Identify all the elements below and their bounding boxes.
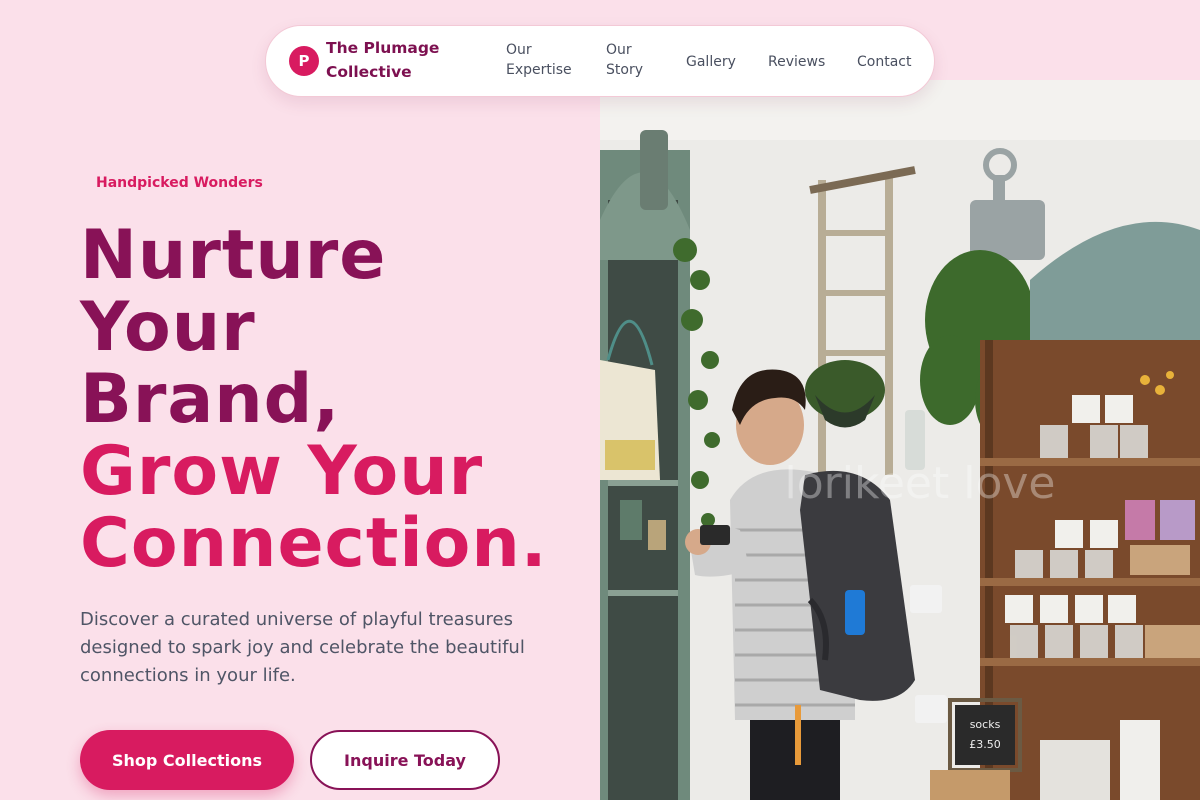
inquire-today-button[interactable]: Inquire Today: [310, 730, 500, 790]
headline-line: Brand,: [80, 360, 341, 439]
brand-initial: P: [298, 52, 310, 70]
nav-link-label: Expertise: [506, 62, 572, 78]
sign-text-line2: £3.50: [969, 738, 1001, 751]
hero-photo-shop-interior: socks £3.50 lorikeet love: [600, 80, 1200, 800]
image-watermark: lorikeet love: [784, 458, 1055, 509]
hero-eyebrow: Handpicked Wonders: [96, 175, 263, 191]
shop-collections-button[interactable]: Shop Collections: [80, 730, 294, 790]
hero-description: Discover a curated universe of playful t…: [80, 609, 525, 686]
sign-text-line1: socks: [970, 718, 1001, 731]
nav-link-our-expertise[interactable]: Our Expertise: [506, 40, 572, 80]
headline-line: Nurture: [80, 216, 387, 295]
headline-line: Grow Your: [80, 432, 484, 511]
nav-link-gallery[interactable]: Gallery: [686, 52, 736, 72]
nav-link-label: Story: [606, 62, 643, 78]
nav-link-our-story[interactable]: Our Story: [606, 40, 643, 80]
shop-interior-illustration: socks £3.50 lorikeet love: [600, 80, 1200, 800]
brand-logo-badge[interactable]: P: [289, 46, 319, 76]
brand-name-line2: Collective: [326, 63, 412, 81]
nav-link-label: Our: [506, 42, 532, 58]
headline-line: Your: [80, 288, 256, 367]
headline-line: Connection.: [80, 504, 548, 583]
brand-name[interactable]: The Plumage Collective: [326, 36, 476, 84]
hero-headline: Nurture Your Brand, Grow Your Connection…: [80, 220, 600, 580]
nav-link-reviews[interactable]: Reviews: [768, 52, 825, 72]
brand-name-line1: The Plumage: [326, 39, 440, 57]
nav-link-label: Our: [606, 42, 632, 58]
nav-link-contact[interactable]: Contact: [857, 52, 911, 72]
top-navigation: P The Plumage Collective Our Expertise O…: [265, 25, 935, 97]
